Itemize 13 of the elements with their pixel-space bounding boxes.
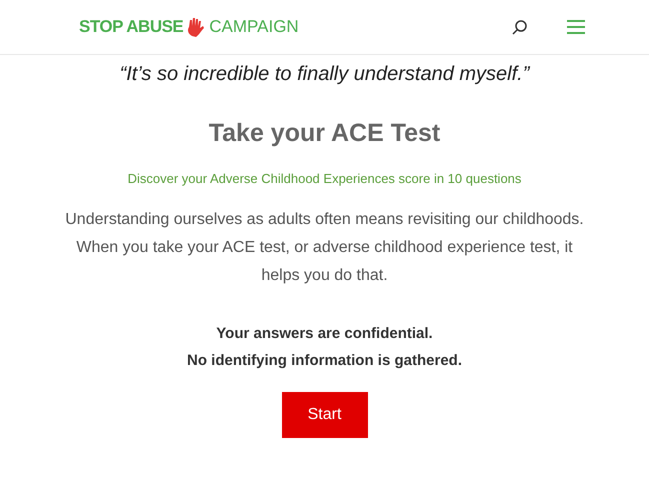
- page-title: Take your ACE Test: [208, 118, 440, 149]
- logo[interactable]: STOP ABUSE CAMPAIGN: [79, 14, 299, 40]
- logo-text: STOP ABUSE: [79, 16, 184, 38]
- notice-text: Your answers are confidential.: [215, 324, 434, 344]
- intro-paragraph: Understanding ourselves as adults often means revisiting our childhoods. When you take your ACE test, or adverse childhood experience test, it helps you do that.: [64, 210, 585, 286]
- quote: “It’s so incredible to finally understand myself.”: [120, 62, 530, 87]
- notice-text: No identifying information is gathered.: [186, 351, 462, 371]
- start-button[interactable]: Start: [282, 392, 368, 438]
- search-icon[interactable]: [512, 20, 527, 34]
- handprint-icon: [186, 16, 206, 38]
- logo-text: CAMPAIGN: [209, 16, 299, 38]
- subtitle: Discover your Adverse Childhood Experiences score in 10 questions: [128, 170, 522, 188]
- menu-icon[interactable]: [567, 20, 585, 34]
